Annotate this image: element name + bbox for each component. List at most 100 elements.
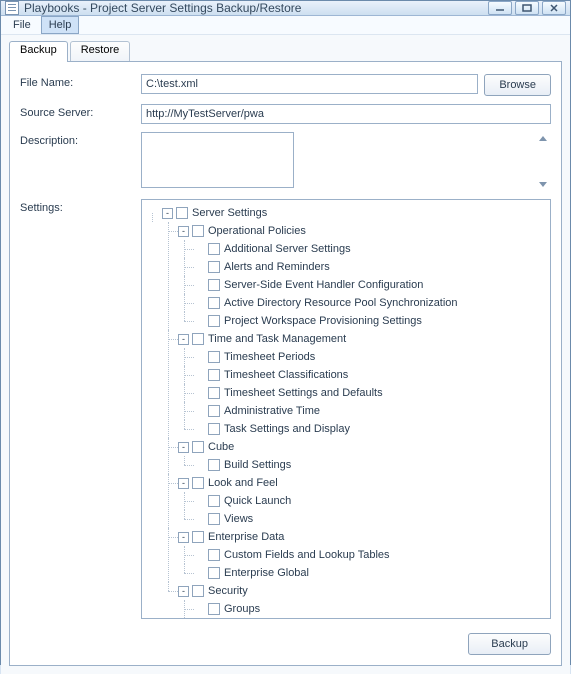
tree-node[interactable]: Enterprise Global	[194, 564, 546, 582]
tree-node-label: Task Settings and Display	[224, 423, 350, 435]
tree-node-label: Build Settings	[224, 459, 291, 471]
tree-node[interactable]: Timesheet Classifications	[194, 366, 546, 384]
tree-node[interactable]: Task Settings and Display	[194, 420, 546, 438]
checkbox[interactable]	[192, 333, 204, 345]
checkbox[interactable]	[176, 207, 188, 219]
collapse-icon[interactable]: -	[178, 478, 189, 489]
tree-node-label: Groups	[224, 603, 260, 615]
checkbox[interactable]	[192, 477, 204, 489]
window-title: Playbooks - Project Server Settings Back…	[24, 1, 488, 15]
tree-node[interactable]: - Look and Feel	[178, 474, 546, 492]
tree-node-label: Look and Feel	[208, 477, 278, 489]
scroll-up-icon[interactable]	[539, 136, 547, 141]
tree-node-label: Security	[208, 585, 248, 597]
checkbox[interactable]	[192, 225, 204, 237]
checkbox[interactable]	[208, 261, 220, 273]
checkbox[interactable]	[208, 459, 220, 471]
scroll-down-icon[interactable]	[539, 182, 547, 187]
checkbox[interactable]	[208, 279, 220, 291]
checkbox[interactable]	[208, 369, 220, 381]
close-button[interactable]	[542, 1, 566, 15]
tree-node-label: Custom Fields and Lookup Tables	[224, 549, 390, 561]
checkbox[interactable]	[192, 531, 204, 543]
tree-node[interactable]: Additional Server Settings	[194, 240, 546, 258]
collapse-icon[interactable]: -	[178, 532, 189, 543]
checkbox[interactable]	[192, 585, 204, 597]
filename-label: File Name:	[20, 74, 135, 89]
tree-node-label: Active Directory Resource Pool Synchroni…	[224, 297, 458, 309]
tree-node-label: Timesheet Settings and Defaults	[224, 387, 383, 399]
tree-node[interactable]: Groups	[194, 600, 546, 618]
collapse-icon[interactable]: -	[178, 586, 189, 597]
collapse-icon[interactable]: -	[178, 226, 189, 237]
collapse-icon[interactable]: -	[162, 208, 173, 219]
tree-node[interactable]: Categories	[194, 618, 546, 619]
tree-node-label: Administrative Time	[224, 405, 320, 417]
tree-node-label: Time and Task Management	[208, 333, 346, 345]
collapse-icon[interactable]: -	[178, 442, 189, 453]
tree-node-label: Enterprise Global	[224, 567, 309, 579]
checkbox[interactable]	[208, 513, 220, 525]
tree-node[interactable]: - Time and Task Management	[178, 330, 546, 348]
tree-node-label: Views	[224, 513, 253, 525]
tree-node[interactable]: Timesheet Periods	[194, 348, 546, 366]
tree-node-label: Enterprise Data	[208, 531, 284, 543]
tree-node-label: Server-Side Event Handler Configuration	[224, 279, 423, 291]
checkbox[interactable]	[192, 441, 204, 453]
tree-node-label: Cube	[208, 441, 234, 453]
tree-node[interactable]: Views	[194, 510, 546, 528]
checkbox[interactable]	[208, 549, 220, 561]
filename-input[interactable]	[141, 74, 478, 94]
tree-node[interactable]: Project Workspace Provisioning Settings	[194, 312, 546, 330]
tree-node[interactable]: Active Directory Resource Pool Synchroni…	[194, 294, 546, 312]
maximize-button[interactable]	[515, 1, 539, 15]
source-server-label: Source Server:	[20, 104, 135, 119]
tree-node-label: Additional Server Settings	[224, 243, 351, 255]
menubar: File Help	[1, 16, 570, 35]
tree-node[interactable]: Server-Side Event Handler Configuration	[194, 276, 546, 294]
tab-restore[interactable]: Restore	[70, 41, 131, 61]
tree-node[interactable]: - Server Settings	[162, 204, 546, 222]
checkbox[interactable]	[208, 351, 220, 363]
tree-node[interactable]: Timesheet Settings and Defaults	[194, 384, 546, 402]
tree-node[interactable]: - Cube	[178, 438, 546, 456]
app-icon	[5, 1, 19, 15]
minimize-button[interactable]	[488, 1, 512, 15]
checkbox[interactable]	[208, 297, 220, 309]
browse-button[interactable]: Browse	[484, 74, 551, 96]
description-label: Description:	[20, 132, 135, 147]
backup-button[interactable]: Backup	[468, 633, 551, 655]
checkbox[interactable]	[208, 405, 220, 417]
checkbox[interactable]	[208, 243, 220, 255]
tab-strip: Backup Restore	[9, 41, 562, 61]
checkbox[interactable]	[208, 387, 220, 399]
settings-label: Settings:	[20, 199, 135, 619]
tree-node[interactable]: - Enterprise Data	[178, 528, 546, 546]
checkbox[interactable]	[208, 423, 220, 435]
tree-node-label: Timesheet Periods	[224, 351, 315, 363]
tree-node[interactable]: Build Settings	[194, 456, 546, 474]
checkbox[interactable]	[208, 603, 220, 615]
tree-node-label: Project Workspace Provisioning Settings	[224, 315, 422, 327]
collapse-icon[interactable]: -	[178, 334, 189, 345]
checkbox[interactable]	[208, 315, 220, 327]
menu-help[interactable]: Help	[41, 16, 80, 34]
description-input[interactable]	[141, 132, 294, 188]
client-area: Backup Restore File Name: Browse Source …	[1, 35, 570, 674]
tree-node[interactable]: Administrative Time	[194, 402, 546, 420]
source-server-input[interactable]	[141, 104, 551, 124]
tree-node-label: Timesheet Classifications	[224, 369, 348, 381]
checkbox[interactable]	[208, 567, 220, 579]
tree-node[interactable]: - Security	[178, 582, 546, 600]
tree-node[interactable]: Quick Launch	[194, 492, 546, 510]
tree-node-label: Server Settings	[192, 207, 267, 219]
tree-node[interactable]: -Operational Policies	[178, 222, 546, 240]
menu-file[interactable]: File	[5, 16, 39, 34]
titlebar[interactable]: Playbooks - Project Server Settings Back…	[1, 1, 570, 16]
checkbox[interactable]	[208, 495, 220, 507]
settings-tree[interactable]: -Server Settings-Operational PoliciesAdd…	[141, 199, 551, 619]
tree-node[interactable]: Custom Fields and Lookup Tables	[194, 546, 546, 564]
tree-node[interactable]: Alerts and Reminders	[194, 258, 546, 276]
tab-backup[interactable]: Backup	[9, 41, 68, 61]
app-window: Playbooks - Project Server Settings Back…	[0, 0, 571, 665]
